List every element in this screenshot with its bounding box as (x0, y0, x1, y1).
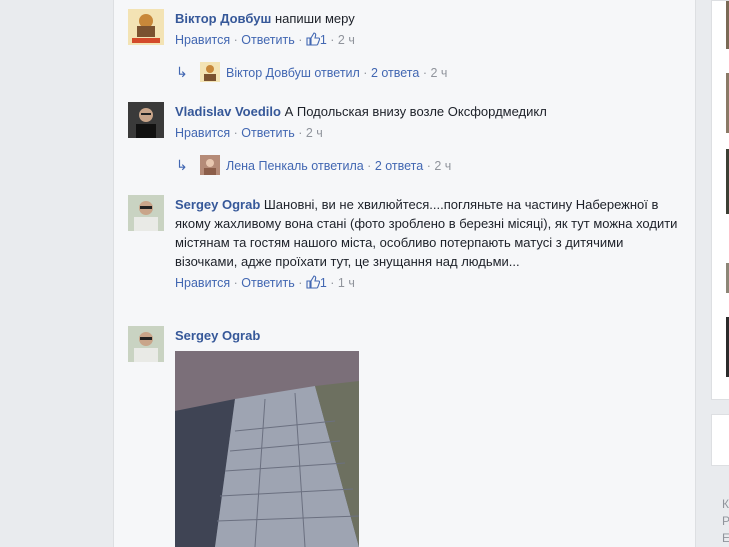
thumbs-up-icon[interactable] (306, 275, 320, 295)
replies-author[interactable]: Віктор Довбуш ответил (226, 66, 360, 80)
reply-arrow-icon: ↳ (176, 64, 188, 80)
avatar (200, 62, 220, 82)
replies-count[interactable]: 2 ответа (375, 159, 423, 173)
like-button[interactable]: Нравится (175, 276, 230, 290)
comment-photo[interactable] (175, 351, 359, 547)
reply-arrow-icon: ↳ (176, 157, 188, 173)
avatar[interactable] (128, 9, 164, 45)
thumbs-up-icon[interactable] (306, 32, 320, 52)
avatar[interactable] (128, 326, 164, 362)
replies-count[interactable]: 2 ответа (371, 66, 419, 80)
avatar (200, 155, 220, 175)
like-button[interactable]: Нравится (175, 126, 230, 140)
timestamp[interactable]: 2 ч (338, 33, 355, 47)
reply-button[interactable]: Ответить (241, 126, 294, 140)
sidebar-text: К Р Е (722, 497, 729, 545)
right-sidebar: К Р Е (711, 0, 729, 547)
reply-button[interactable]: Ответить (241, 33, 294, 47)
like-button[interactable]: Нравится (175, 33, 230, 47)
timestamp[interactable]: 1 ч (338, 276, 355, 290)
reply-button[interactable]: Ответить (241, 276, 294, 290)
avatar[interactable] (128, 195, 164, 231)
like-count[interactable]: 1 (320, 276, 327, 290)
avatar[interactable] (128, 102, 164, 138)
comment-author[interactable]: Віктор Довбуш (175, 11, 271, 26)
comment-author[interactable]: Sergey Ograb (175, 197, 260, 212)
comment-author[interactable]: Sergey Ograb (175, 328, 260, 343)
comment-text: А Подольская внизу возле Оксфордмедикл (284, 104, 547, 119)
timestamp[interactable]: 2 ч (306, 126, 323, 140)
like-count[interactable]: 1 (320, 33, 327, 47)
sidebar-card[interactable] (711, 414, 729, 466)
comment-author[interactable]: Vladislav Voedilo (175, 104, 281, 119)
timestamp[interactable]: 2 ч (430, 66, 447, 80)
comments-panel: Віктор Довбуш напиши меру Нравится · Отв… (113, 0, 696, 547)
replies-author[interactable]: Лена Пенкаль ответила (226, 159, 364, 173)
sidebar-card[interactable] (711, 0, 729, 400)
replies-link[interactable]: ↳ Лена Пенкаль ответила · 2 ответа · 2 ч (176, 155, 451, 175)
timestamp[interactable]: 2 ч (434, 159, 451, 173)
comment-text: напиши меру (274, 11, 355, 26)
replies-link[interactable]: ↳ Віктор Довбуш ответил · 2 ответа · 2 ч (176, 62, 447, 82)
